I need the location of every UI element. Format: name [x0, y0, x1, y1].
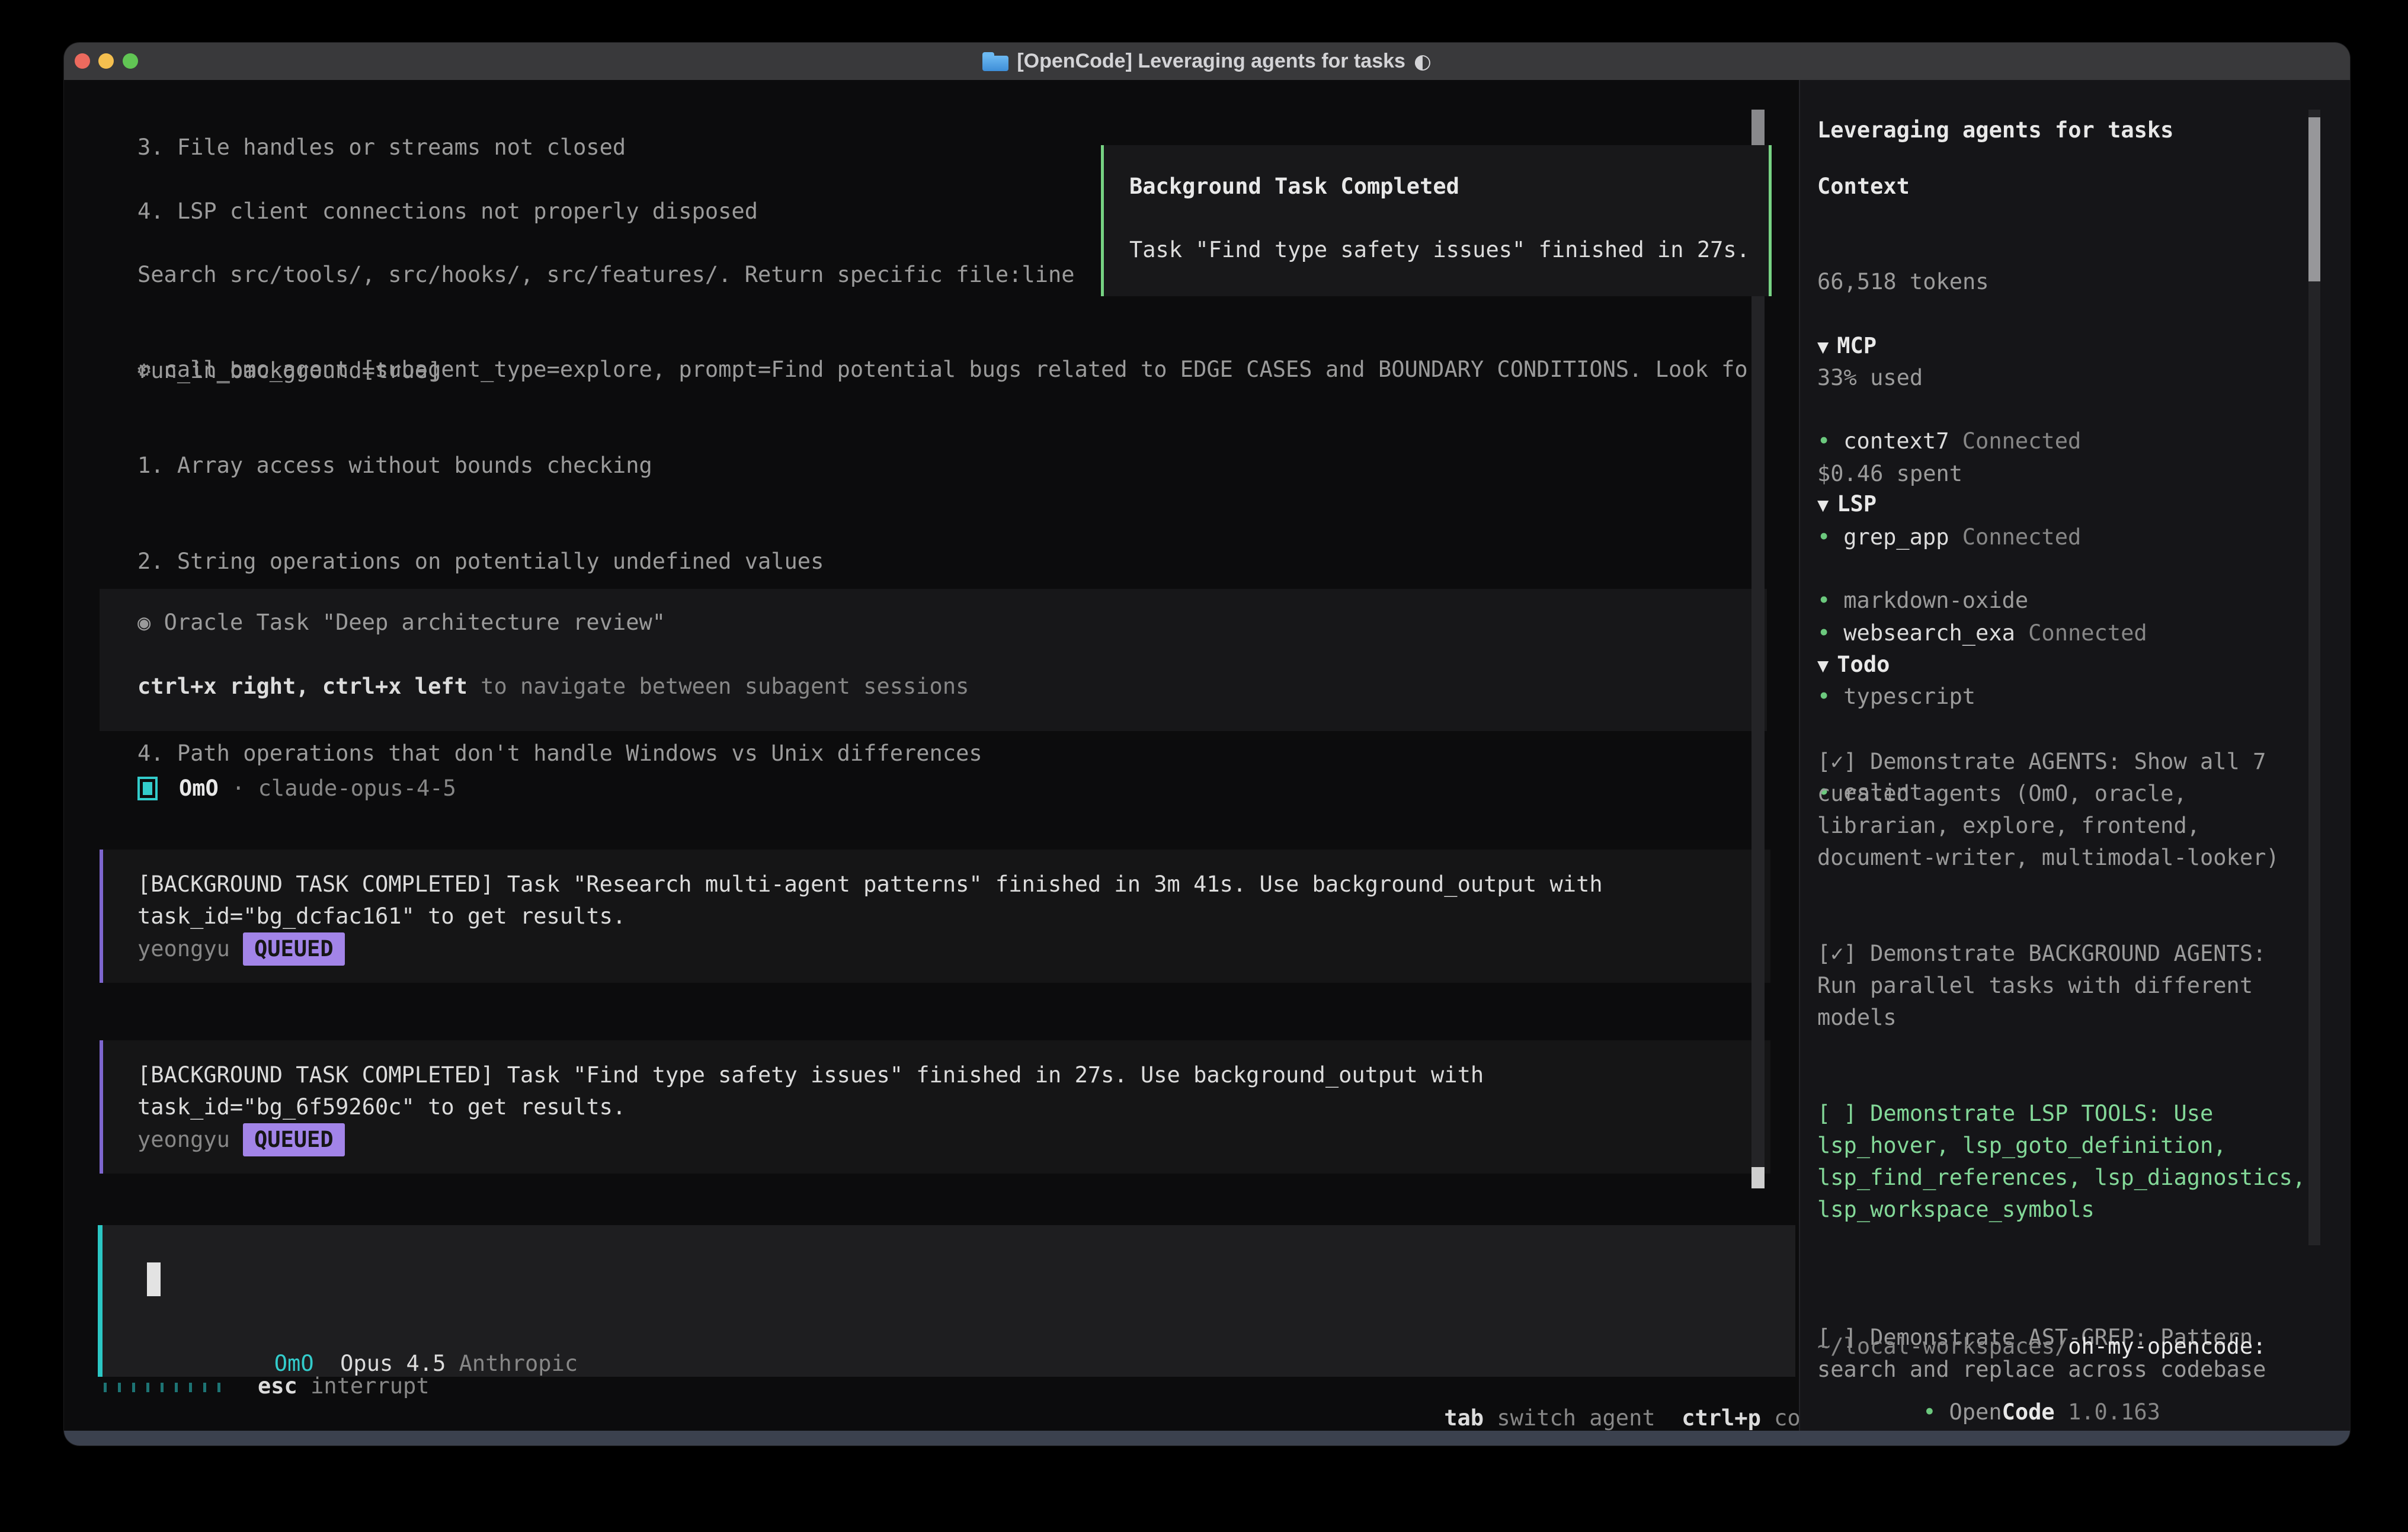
notification-body: Task "Find type safety issues" finished …	[1129, 234, 1750, 266]
tool-call-head: ⚙ call_omo_agent [subagent_type=explore,…	[137, 354, 1761, 386]
tool-call-item: 1. Array access without bounds checking	[137, 450, 1761, 482]
task-author: yeongyu	[137, 933, 230, 965]
session-state-icon: ◐	[1414, 50, 1432, 73]
agent-name: OmO	[179, 773, 219, 805]
mcp-section-header[interactable]: ▼MCP	[1817, 330, 1877, 363]
session-title: Leveraging agents for tasks	[1817, 114, 2173, 146]
todo-section-header[interactable]: ▼Todo	[1817, 649, 1890, 681]
opencode-window: [OpenCode] Leveraging agents for tasks ◐…	[64, 43, 2350, 1446]
ctrlp-key: ctrl+p	[1682, 1405, 1761, 1431]
mcp-item: •context7 Connected	[1817, 425, 2147, 457]
status-badge: QUEUED	[243, 932, 345, 966]
toast-notification[interactable]: Background Task Completed Task "Find typ…	[1101, 145, 1772, 296]
task-message-line: [BACKGROUND TASK COMPLETED] Task "Find t…	[137, 1059, 1484, 1091]
pane-divider	[1799, 80, 1800, 1431]
task-message-line: [BACKGROUND TASK COMPLETED] Task "Resear…	[137, 868, 1603, 900]
notification-title: Background Task Completed	[1129, 171, 1459, 203]
agent-header: OmO · claude-opus-4-5	[137, 773, 456, 805]
todo-item: [✓] Demonstrate AGENTS: Show all 7 curat…	[1817, 746, 2339, 874]
collapse-triangle-icon: ▼	[1817, 654, 1829, 677]
status-dot-icon: •	[1817, 588, 1830, 613]
window-bottom-edge	[64, 1431, 2350, 1446]
context-tokens: 66,518 tokens	[1817, 266, 1989, 298]
background-task-message: [BACKGROUND TASK COMPLETED] Task "Find t…	[100, 1040, 1770, 1174]
task-message-line: task_id="bg_6f59260c" to get results.	[137, 1091, 626, 1123]
tab-key: tab	[1444, 1405, 1484, 1431]
oracle-task-hint: ctrl+x right, ctrl+x left to navigate be…	[137, 671, 969, 703]
transcript-line: 3. File handles or streams not closed	[137, 132, 758, 164]
folder-icon	[982, 51, 1008, 72]
session-sidebar: Leveraging agents for tasks Context 66,5…	[1800, 80, 2350, 1431]
desktop: [OpenCode] Leveraging agents for tasks ◐…	[0, 0, 2408, 1532]
transcript-line: Search src/tools/, src/hooks/, src/featu…	[137, 259, 1075, 291]
oracle-task-title: ◉ Oracle Task "Deep architecture review"	[137, 607, 665, 639]
chat-scrollbar-end[interactable]	[1751, 1167, 1765, 1188]
statusbar-left: esc interrupt	[104, 1370, 430, 1402]
todo-item: [ ] Demonstrate LSP TOOLS: Use lsp_hover…	[1817, 1098, 2339, 1226]
status-dot-icon: •	[1923, 1399, 1936, 1425]
statusbar-right: tab switch agent ctrl+p commands	[1339, 1370, 1799, 1431]
task-message-line: task_id="bg_dcfac161" to get results.	[137, 900, 626, 932]
hint-keys: ctrl+x right, ctrl+x left	[137, 674, 467, 699]
status-badge: QUEUED	[243, 1123, 345, 1156]
sidebar-scrollbar-thumb[interactable]	[2308, 117, 2320, 281]
terminal-main-pane: 3. File handles or streams not closed 4.…	[64, 80, 1799, 1431]
collapse-triangle-icon: ▼	[1817, 335, 1829, 358]
agent-square-icon	[137, 777, 158, 800]
status-dot-icon: •	[1817, 428, 1830, 454]
collapse-triangle-icon: ▼	[1817, 493, 1829, 516]
app-version: •OpenCode 1.0.163	[1817, 1364, 2160, 1431]
tool-call-item: 2. String operations on potentially unde…	[137, 546, 1761, 578]
background-task-message: [BACKGROUND TASK COMPLETED] Task "Resear…	[100, 850, 1770, 983]
text-cursor	[147, 1262, 161, 1296]
task-author: yeongyu	[137, 1124, 230, 1156]
activity-spinner-dots	[104, 1383, 229, 1392]
lsp-section-header[interactable]: ▼LSP	[1817, 488, 1877, 521]
gear-icon: ⚙	[137, 357, 150, 382]
esc-key: esc	[258, 1370, 297, 1402]
provider-label: Anthropic	[459, 1351, 578, 1376]
agent-model: · claude-opus-4-5	[219, 773, 456, 805]
window-title-area: [OpenCode] Leveraging agents for tasks ◐	[64, 43, 2350, 80]
lsp-item: •markdown-oxide	[1817, 585, 2028, 617]
window-titlebar[interactable]: [OpenCode] Leveraging agents for tasks ◐	[64, 43, 2350, 81]
record-icon: ◉	[137, 610, 150, 635]
todo-item: [✓] Demonstrate BACKGROUND AGENTS: Run p…	[1817, 938, 2339, 1034]
oracle-task-card[interactable]: ◉ Oracle Task "Deep architecture review"…	[100, 589, 1767, 731]
tool-call-item: 4. Path operations that don't handle Win…	[137, 738, 1761, 770]
context-heading: Context	[1817, 171, 1910, 203]
prompt-input[interactable]: OmO Opus 4.5 Anthropic	[98, 1225, 1795, 1377]
window-title: [OpenCode] Leveraging agents for tasks	[1017, 50, 1405, 73]
